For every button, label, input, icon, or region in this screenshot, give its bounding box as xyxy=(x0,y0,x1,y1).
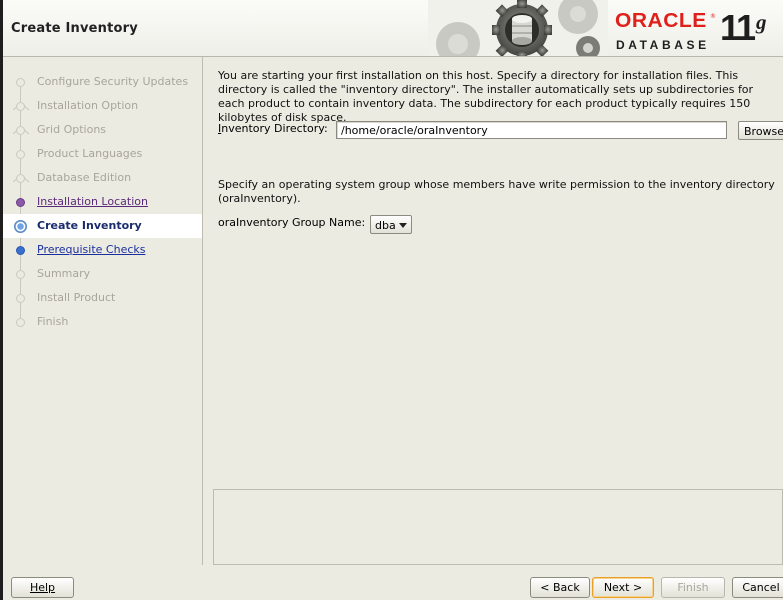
step-label: Grid Options xyxy=(37,123,107,136)
step-label: Finish xyxy=(37,315,69,328)
step-current-icon xyxy=(14,220,27,233)
step-done-icon xyxy=(16,174,25,183)
step-label: Database Edition xyxy=(37,171,132,184)
page-title: Create Inventory xyxy=(11,21,138,36)
step-pending-icon xyxy=(16,294,25,303)
content-panel: You are starting your first installation… xyxy=(211,57,783,487)
step-installation-option: Installation Option xyxy=(3,94,202,118)
step-label: Product Languages xyxy=(37,147,143,160)
group-description-text: Specify an operating system group whose … xyxy=(218,178,775,205)
step-grid-options: Grid Options xyxy=(3,118,202,142)
logo-version: 11 xyxy=(720,7,756,48)
step-prerequisite-checks[interactable]: Prerequisite Checks xyxy=(3,238,202,262)
group-name-label: oraInventory Group Name: xyxy=(218,216,365,229)
cancel-button-label: Cancel xyxy=(742,581,780,594)
oracle-logo: ORACLE ® DATABASE 11 g xyxy=(609,6,781,54)
back-button-label: < Back xyxy=(540,581,580,594)
finish-button-label: Finish xyxy=(677,581,709,594)
step-link-icon xyxy=(16,246,25,255)
back-button[interactable]: < Back xyxy=(530,577,590,598)
browse-button-label: Browse... xyxy=(744,125,783,138)
step-label: Configure Security Updates xyxy=(37,75,189,88)
step-done-icon xyxy=(16,150,25,159)
header-banner: Create Inventory ORACLE ® DATABASE 11 g xyxy=(3,0,783,57)
step-done-icon xyxy=(16,102,25,111)
step-create-inventory: Create Inventory xyxy=(3,214,202,238)
inventory-directory-label: Inventory Directory: xyxy=(218,122,328,135)
next-button[interactable]: Next > xyxy=(592,577,654,598)
step-product-languages: Product Languages xyxy=(3,142,202,166)
step-installation-location[interactable]: Installation Location xyxy=(3,190,202,214)
step-configure-security-updates: Configure Security Updates xyxy=(3,70,202,94)
inventory-directory-label-text: nventory Directory: xyxy=(221,122,328,135)
step-install-product: Install Product xyxy=(3,286,202,310)
step-done-icon xyxy=(16,126,25,135)
step-summary: Summary xyxy=(3,262,202,286)
gears-graphic xyxy=(428,0,608,56)
logo-version-suffix: g xyxy=(756,10,767,34)
step-label: Summary xyxy=(37,267,91,280)
installer-window: Create Inventory ORACLE ® DATABASE 11 g … xyxy=(3,0,783,600)
steps-panel: Configure Security Updates Installation … xyxy=(3,57,203,565)
step-database-edition: Database Edition xyxy=(3,166,202,190)
inventory-directory-value: /home/oracle/oraInventory xyxy=(341,124,488,137)
browse-button[interactable]: Browse... xyxy=(738,121,783,140)
database-icon xyxy=(512,15,532,45)
chevron-down-icon xyxy=(399,223,407,228)
step-link[interactable]: Installation Location xyxy=(37,195,148,208)
intro-text: You are starting your first installation… xyxy=(218,69,754,124)
next-button-label: Next > xyxy=(603,581,643,594)
step-visited-icon xyxy=(16,198,25,207)
logo-brand: ORACLE xyxy=(615,10,707,32)
group-name-value: dba xyxy=(375,219,396,232)
help-button-label: Help xyxy=(29,581,56,594)
inventory-directory-input[interactable]: /home/oracle/oraInventory xyxy=(336,121,727,139)
step-pending-icon xyxy=(16,318,25,327)
help-button[interactable]: Help xyxy=(11,577,74,598)
cancel-button[interactable]: Cancel xyxy=(732,577,783,598)
group-name-label-text: oraInventory Group Name: xyxy=(218,216,366,229)
message-area xyxy=(213,489,783,565)
step-link[interactable]: Prerequisite Checks xyxy=(37,243,145,256)
step-label: Install Product xyxy=(37,291,116,304)
logo-product: DATABASE xyxy=(616,38,710,52)
finish-button: Finish xyxy=(661,577,725,598)
step-pending-icon xyxy=(16,270,25,279)
step-label: Create Inventory xyxy=(37,219,142,232)
step-done-icon xyxy=(16,78,25,87)
logo-registered: ® xyxy=(710,13,716,20)
group-name-select[interactable]: dba xyxy=(370,215,412,234)
step-label: Installation Option xyxy=(37,99,139,112)
step-finish: Finish xyxy=(3,310,202,334)
